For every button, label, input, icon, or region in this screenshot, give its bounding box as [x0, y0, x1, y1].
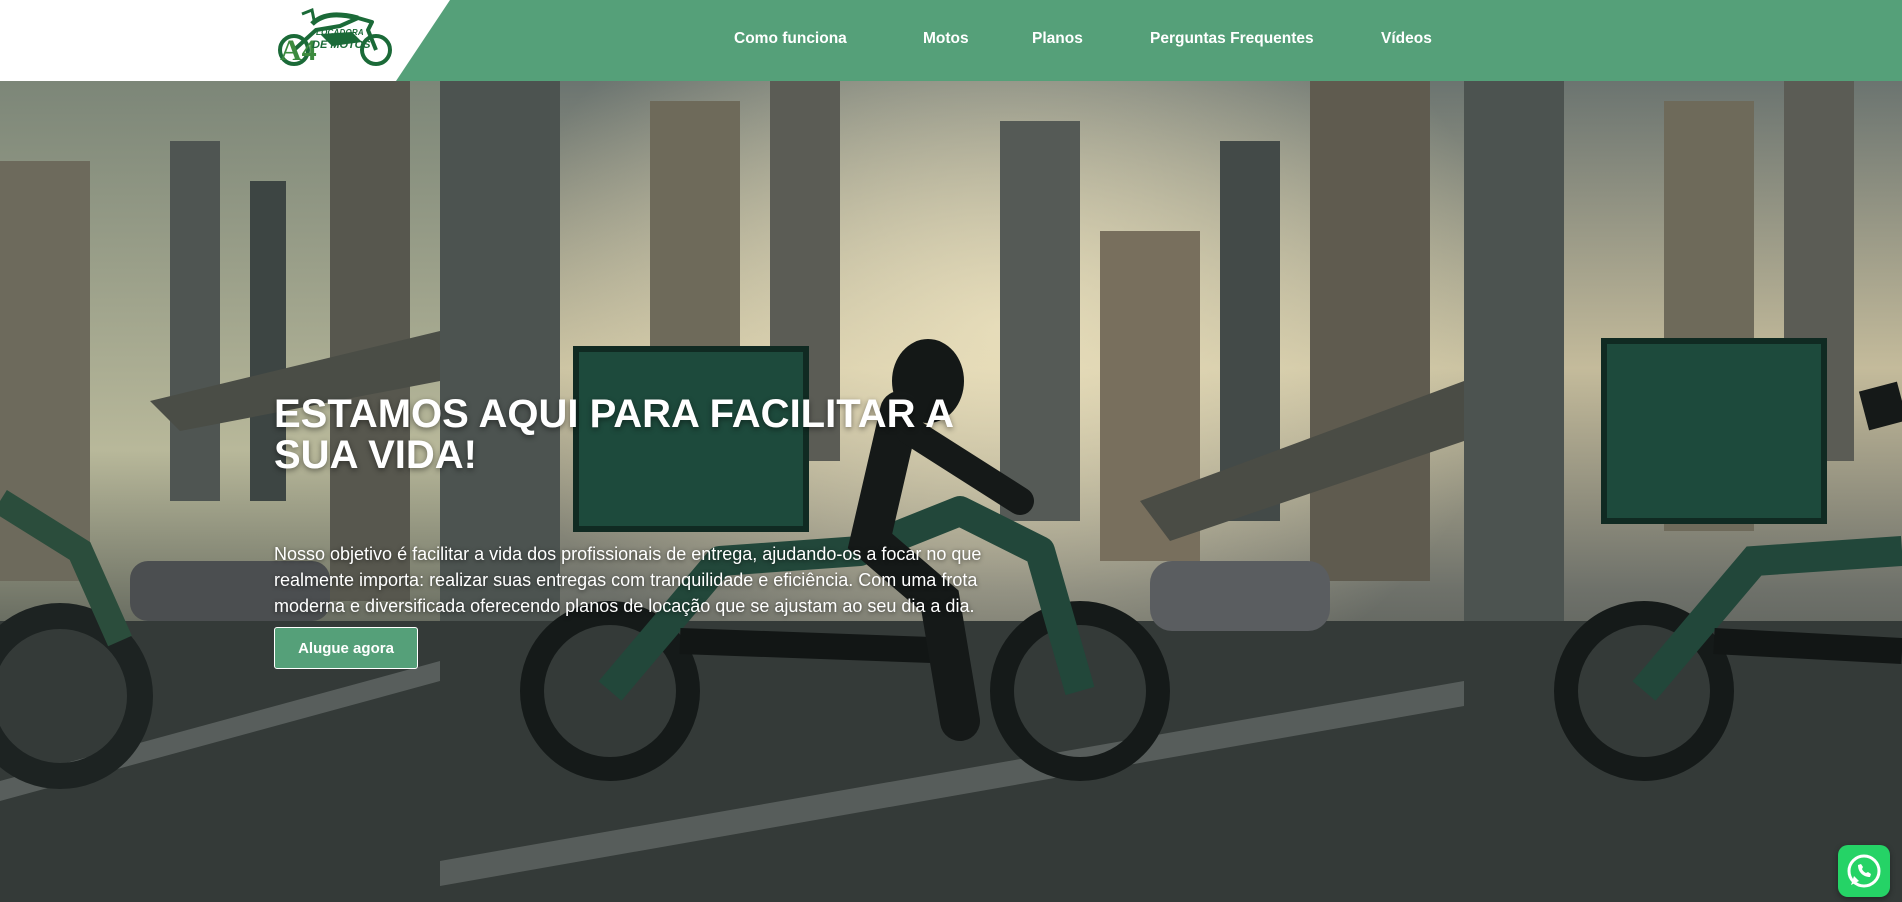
- nav-planos[interactable]: Planos: [1032, 30, 1083, 48]
- nav-videos[interactable]: Vídeos: [1381, 30, 1432, 48]
- whatsapp-button[interactable]: [1838, 845, 1890, 897]
- logo-line2: DE MOTOS: [312, 39, 371, 51]
- hero-background-image-center: [440, 81, 1464, 902]
- whatsapp-icon: [1847, 854, 1881, 888]
- hero-title: ESTAMOS AQUI PARA FACILITAR A SUA VIDA!: [274, 392, 953, 477]
- site-logo[interactable]: A4 LOCADORA DE MOTOS: [272, 6, 398, 74]
- hero-section: ESTAMOS AQUI PARA FACILITAR A SUA VIDA! …: [0, 81, 1902, 902]
- nav-como-funciona[interactable]: Como funciona: [734, 30, 847, 48]
- logo-line1: LOCADORA: [316, 28, 364, 37]
- hero-description: Nosso objetivo é facilitar a vida dos pr…: [274, 544, 982, 616]
- nav-perguntas-frequentes[interactable]: Perguntas Frequentes: [1150, 30, 1314, 48]
- site-header: A4 LOCADORA DE MOTOS Como funciona Motos…: [0, 0, 1902, 81]
- hero-background-image-left: [0, 81, 440, 902]
- rent-now-button[interactable]: Alugue agora: [274, 627, 418, 669]
- hero-background-image-right: [1464, 81, 1902, 902]
- nav-motos[interactable]: Motos: [923, 30, 969, 48]
